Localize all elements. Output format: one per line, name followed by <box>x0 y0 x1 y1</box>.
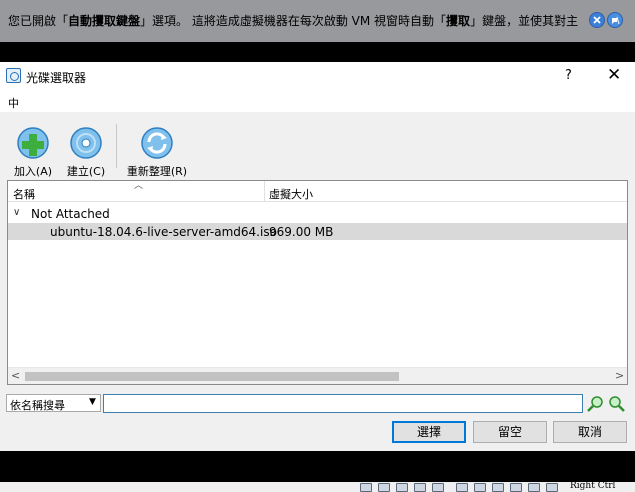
hard-disk-icon[interactable] <box>360 483 372 492</box>
column-divider[interactable] <box>264 181 265 202</box>
cancel-button[interactable]: 取消 <box>553 421 627 443</box>
scrollbar-thumb[interactable] <box>25 372 399 381</box>
disc-image-size: 969.00 MB <box>269 225 334 239</box>
search-backward-icon[interactable] <box>608 395 626 413</box>
disc-app-icon <box>6 68 21 83</box>
audio-icon[interactable] <box>396 483 408 492</box>
refresh-button-label: 重新整理(R) <box>126 165 188 178</box>
disc-image-name: ubuntu-18.04.6-live-server-amd64.iso <box>50 225 277 239</box>
create-disc-icon <box>70 127 102 159</box>
vm-screen-strip <box>0 42 635 62</box>
toolbar-separator <box>116 124 117 168</box>
banner-message: 您已開啟「自動攫取鍵盤」選項。 這將造成虛擬機器在每次啟動 VM 視窗時自動「攫… <box>8 14 579 28</box>
optical-drive-icon[interactable] <box>378 483 390 492</box>
refresh-disc-icon <box>141 127 173 159</box>
chevron-down-icon[interactable]: ∨ <box>13 207 20 218</box>
dialog-title: 光碟選取器 <box>26 71 87 85</box>
search-mode-select[interactable]: 依名稱搜尋 ▼ <box>6 394 101 412</box>
host-key-label: Right Ctrl <box>570 481 616 491</box>
recording-icon[interactable] <box>492 483 504 492</box>
menu-bar: 中 <box>0 90 635 112</box>
create-button-label: 建立(C) <box>66 165 106 178</box>
usb-icon[interactable] <box>432 483 444 492</box>
group-label: Not Attached <box>31 207 110 221</box>
add-disc-icon <box>17 127 49 159</box>
tree-group-not-attached[interactable]: ∨ Not Attached <box>8 205 627 223</box>
display-icon[interactable] <box>474 483 486 492</box>
medium-tree-view[interactable]: ︿ 名稱 虛擬大小 ∨ Not Attached ubuntu-18.04.6-… <box>7 180 628 385</box>
toolbar: 加入(A) 建立(C) 重新整理(R) <box>0 112 635 178</box>
horizontal-scrollbar[interactable]: < > <box>8 367 627 384</box>
notification-banner: 您已開啟「自動攫取鍵盤」選項。 這將造成虛擬機器在每次啟動 VM 視窗時自動「攫… <box>0 0 635 42</box>
create-button[interactable]: 建立(C) <box>63 126 109 179</box>
search-forward-icon[interactable] <box>586 395 604 413</box>
vm-status-bar: Right Ctrl <box>0 481 635 492</box>
title-bar: 光碟選取器 ? ✕ <box>0 62 635 90</box>
close-icon[interactable] <box>589 12 605 28</box>
keyboard-icon[interactable] <box>546 483 558 492</box>
close-button[interactable]: ✕ <box>607 65 621 85</box>
menu-item-medium[interactable]: 中 <box>8 95 19 111</box>
mouse-integration-icon[interactable] <box>528 483 540 492</box>
scroll-left-icon[interactable]: < <box>11 369 20 382</box>
tree-header: ︿ 名稱 虛擬大小 <box>8 181 627 202</box>
shared-folder-icon[interactable] <box>456 483 468 492</box>
tree-item-row[interactable]: ubuntu-18.04.6-live-server-amd64.iso 969… <box>8 223 627 240</box>
mute-icon[interactable] <box>607 12 623 28</box>
chevron-down-icon: ▼ <box>89 397 96 407</box>
cpu-icon[interactable] <box>510 483 522 492</box>
column-header-name[interactable]: 名稱 <box>13 186 35 202</box>
sort-up-icon: ︿ <box>134 181 144 191</box>
column-header-virtual-size[interactable]: 虛擬大小 <box>269 186 313 202</box>
help-button[interactable]: ? <box>565 68 572 83</box>
refresh-button[interactable]: 重新整理(R) <box>122 126 192 179</box>
leave-empty-button[interactable]: 留空 <box>473 421 547 443</box>
add-button-label: 加入(A) <box>13 165 53 178</box>
add-button[interactable]: 加入(A) <box>10 126 56 179</box>
search-mode-value: 依名稱搜尋 <box>10 399 65 412</box>
scroll-right-icon[interactable]: > <box>615 369 624 382</box>
optical-disk-selector-dialog: 光碟選取器 ? ✕ 中 加入(A) 建立(C) 重新整理(R) ︿ 名稱 虛擬大… <box>0 62 635 451</box>
network-icon[interactable] <box>414 483 426 492</box>
search-input[interactable] <box>103 394 583 413</box>
choose-button[interactable]: 選擇 <box>392 421 466 443</box>
